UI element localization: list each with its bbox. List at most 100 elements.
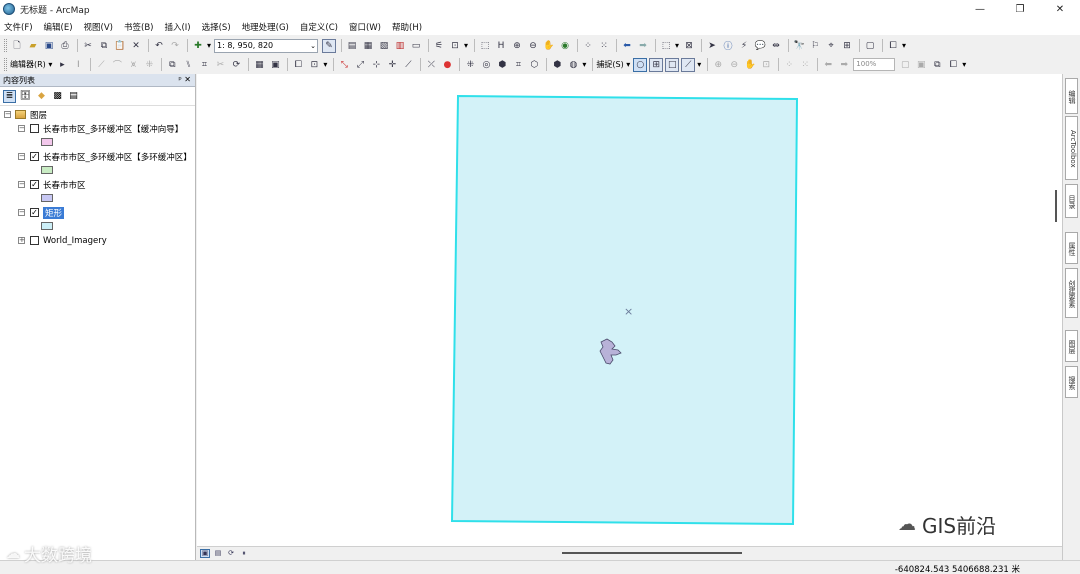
layer-visibility-checkbox[interactable] [30,124,39,133]
fixed-zoom-in-icon[interactable]: ⁘ [581,39,595,53]
measure-icon[interactable]: ⇹ [769,39,783,53]
forward-extent-icon[interactable]: ➡ [636,39,650,53]
edit-annotation-icon[interactable]: I [71,58,85,72]
open-folder-icon[interactable]: ▰ [26,39,40,53]
search-window-icon[interactable]: ▧ [377,39,391,53]
minimize-button[interactable]: — [960,0,1000,18]
toolbar-overflow-icon[interactable]: ▾ [323,60,327,69]
select-features-icon[interactable]: ⬚ [659,39,673,53]
dock-tab-layers[interactable]: 图层 [1065,330,1078,362]
toc-pin-close[interactable]: ᵖ ✕ [178,75,191,84]
menu-edit[interactable]: 编辑(E) [44,21,73,33]
undo-icon[interactable]: ↶ [152,39,166,53]
view-link-table-icon[interactable]: ✛ [385,58,399,72]
editor-toolbar-icon[interactable]: ✎ [322,38,337,53]
data-view-icon[interactable]: ▣ [200,548,210,558]
sketch-properties-icon[interactable]: ▣ [268,58,282,72]
collapse-icon[interactable]: − [18,181,25,188]
toolbar-overflow-icon[interactable]: ▾ [962,60,966,69]
vertical-scrollbar[interactable] [1055,190,1057,222]
snapping-menu[interactable]: 捕捉(S) ▾ [596,59,630,70]
dock-tab-search[interactable]: 搜索 [1065,366,1078,398]
split-icon[interactable]: ✂ [213,58,227,72]
add-data-icon[interactable]: ✚ [191,39,205,53]
attributes-icon[interactable]: ▦ [252,58,266,72]
control-point-icon[interactable]: ⊹ [369,58,383,72]
layout-pan-icon[interactable]: ✋ [743,58,757,72]
layout-view-icon[interactable]: ⧠ [886,39,900,53]
generalize-icon[interactable]: ⁜ [463,58,477,72]
reshape-icon[interactable]: ⑊ [181,58,195,72]
dock-tab-arctoolbox[interactable]: ArcToolbox [1065,116,1078,180]
menu-windows[interactable]: 窗口(W) [349,21,381,33]
buffer-icon[interactable]: ⌗ [511,58,525,72]
maximize-button[interactable]: ❐ [1000,0,1040,18]
editor-menu[interactable]: 编辑器(R) ▾ [10,59,52,70]
collapse-icon[interactable]: − [4,111,11,118]
layout-view-icon[interactable]: ▤ [213,549,223,558]
toolbar-overflow-icon[interactable]: ▾ [902,41,906,50]
smooth-icon[interactable]: ◎ [479,58,493,72]
toolbar-grip[interactable] [4,39,7,52]
layer-row[interactable]: − ✓ 长春市市区 [18,178,86,191]
zoom-in-fixed-icon[interactable]: ⬚ [478,39,492,53]
find-icon[interactable]: 🔭 [792,39,806,53]
cut-polygons-icon[interactable]: ⌗ [197,58,211,72]
fixed-zoom-in-layout-icon[interactable]: ⁘ [782,58,796,72]
map-scale-combobox[interactable]: 1: 8, 950, 820 ⌄ [214,38,319,53]
layer-row[interactable]: + World_Imagery [18,234,107,247]
zoom-whole-page-icon[interactable]: ⊡ [759,58,773,72]
fixed-zoom-out-icon[interactable]: ⁙ [597,39,611,53]
arctoolbox-icon[interactable]: ▥ [393,39,407,53]
menu-bookmarks[interactable]: 书签(B) [124,21,153,33]
list-by-drawing-order-icon[interactable]: ≣ [3,89,16,103]
point-snapping-icon[interactable]: ○ [633,57,648,72]
save-icon[interactable]: ▣ [42,39,56,53]
select-dropdown-arrow[interactable]: ▾ [675,41,679,50]
toolbar-grip[interactable] [4,58,7,71]
create-features-icon[interactable]: ⧠ [291,58,305,72]
menu-view[interactable]: 视图(V) [84,21,113,33]
pause-drawing-icon[interactable]: ⏸ [239,549,249,558]
table-of-contents-icon[interactable]: ▤ [345,39,359,53]
georef-icon[interactable]: ⤡ [337,58,351,72]
menu-selection[interactable]: 选择(S) [202,21,231,33]
delete-link-icon[interactable]: ⟋ [401,58,415,72]
layout-zoom-in-icon[interactable]: ⊕ [711,58,725,72]
layer-row[interactable]: − ✓ 矩形 [18,206,65,219]
layer-symbol-swatch[interactable] [41,166,53,174]
clear-selection-icon[interactable]: ⊠ [682,39,696,53]
zoom-in-icon[interactable]: ⊕ [510,39,524,53]
delete-icon[interactable]: ✕ [129,39,143,53]
trace-icon[interactable]: ⩙ [126,58,140,72]
layer-symbol-swatch[interactable] [41,138,53,146]
color-wheel-icon[interactable]: ● [440,58,454,72]
find-route-icon[interactable]: ⚐ [808,39,822,53]
dock-tab-edit[interactable]: 编辑 [1065,78,1078,114]
layout-zoom-out-icon[interactable]: ⊖ [727,58,741,72]
collapse-icon[interactable]: − [18,153,25,160]
fixed-zoom-out-layout-icon[interactable]: ⁙ [798,58,812,72]
menu-insert[interactable]: 插入(I) [164,21,190,33]
full-extent-icon[interactable]: H [494,39,508,53]
toolbar-overflow-icon[interactable]: ▾ [697,60,701,69]
select-elements-icon[interactable]: ➤ [705,39,719,53]
layer-row[interactable]: − 长春市市区_多环缓冲区【缓冲向导】 [18,122,183,135]
edge-snapping-icon[interactable]: ⟋ [681,57,696,72]
layer-symbol-swatch[interactable] [41,194,53,202]
create-viewer-icon[interactable]: ▢ [863,39,877,53]
menu-help[interactable]: 帮助(H) [392,21,422,33]
point-icon[interactable]: ⁜ [142,58,156,72]
expand-icon[interactable]: + [18,237,25,244]
catalog-icon[interactable]: ▦ [361,39,375,53]
dock-tab-create-features[interactable]: 创建要素 [1065,268,1078,318]
back-extent-icon[interactable]: ⬅ [620,39,634,53]
layer-visibility-checkbox[interactable]: ✓ [30,152,39,161]
chevron-down-icon[interactable]: ⌄ [310,40,316,52]
topology-icon[interactable]: ⊡ [307,58,321,72]
advanced-edit-icon[interactable]: ⬢ [550,58,564,72]
zoom-percent-combobox[interactable]: 100% [853,58,896,71]
toolbar-overflow-icon[interactable]: ▾ [582,60,586,69]
edit-tool-icon[interactable]: ▸ [55,58,69,72]
menu-geoprocessing[interactable]: 地理处理(G) [242,21,289,33]
